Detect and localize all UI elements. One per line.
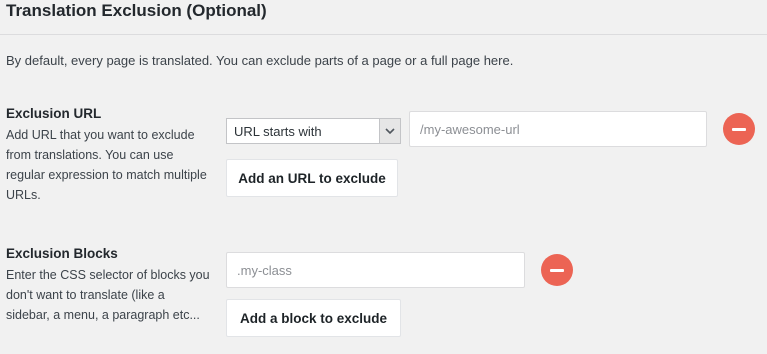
remove-url-button[interactable]: [723, 113, 755, 145]
chevron-down-icon[interactable]: [379, 119, 400, 143]
exclusion-block-input[interactable]: .my-class: [226, 252, 525, 288]
exclusion-url-input[interactable]: /my-awesome-url: [409, 111, 707, 147]
url-rule-select-value: URL starts with: [234, 124, 322, 139]
section-title: Translation Exclusion (Optional): [6, 1, 267, 20]
minus-circle-icon: [732, 127, 746, 131]
minus-circle-icon: [550, 268, 564, 272]
exclusion-url-input-placeholder: /my-awesome-url: [420, 121, 520, 137]
exclusion-block-input-placeholder: .my-class: [237, 262, 292, 278]
exclusion-blocks-label: Exclusion Blocks: [6, 246, 118, 261]
exclusion-url-description: Add URL that you want to exclude from tr…: [6, 128, 207, 202]
exclusion-blocks-description: Enter the CSS selector of blocks you don…: [6, 268, 210, 322]
add-url-button[interactable]: Add an URL to exclude: [226, 159, 398, 197]
add-block-button[interactable]: Add a block to exclude: [226, 299, 401, 337]
section-divider: [0, 34, 767, 35]
section-intro: By default, every page is translated. Yo…: [6, 53, 514, 68]
exclusion-url-label: Exclusion URL: [6, 106, 102, 121]
url-rule-select[interactable]: URL starts with: [226, 118, 401, 144]
remove-block-button[interactable]: [541, 254, 573, 286]
